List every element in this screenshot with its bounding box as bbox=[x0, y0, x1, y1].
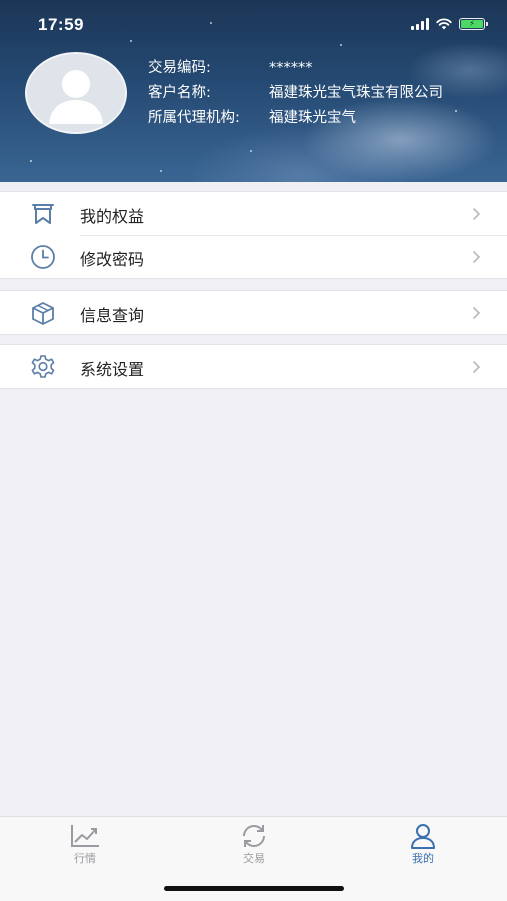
box-icon bbox=[29, 300, 57, 326]
menu-item-label: 修改密码 bbox=[80, 250, 145, 269]
home-indicator bbox=[164, 886, 344, 891]
chevron-right-icon bbox=[472, 305, 481, 320]
menu-group-info: 信息查询 bbox=[0, 290, 507, 335]
menu-item-system-settings[interactable]: 系统设置 bbox=[0, 345, 507, 388]
trade-code-label: 交易编码: bbox=[148, 60, 211, 76]
tab-label: 行情 bbox=[74, 852, 96, 865]
tab-trade[interactable]: 交易 bbox=[219, 823, 289, 869]
tab-mine[interactable]: 我的 bbox=[388, 823, 458, 869]
chevron-right-icon bbox=[472, 359, 481, 374]
status-bar: 17:59 ⚡ bbox=[0, 0, 507, 48]
battery-icon: ⚡ bbox=[459, 18, 488, 30]
menu-item-my-rights[interactable]: 我的权益 bbox=[0, 192, 507, 235]
menu-item-label: 信息查询 bbox=[80, 306, 145, 325]
agency-value: 福建珠光宝气 bbox=[269, 110, 356, 126]
cellular-signal-icon bbox=[411, 18, 429, 30]
bookmark-icon bbox=[29, 201, 57, 227]
menu-item-label: 我的权益 bbox=[80, 207, 145, 226]
wifi-icon bbox=[436, 15, 452, 34]
tab-label: 交易 bbox=[243, 852, 265, 865]
clock-icon bbox=[29, 244, 57, 270]
tab-market[interactable]: 行情 bbox=[50, 823, 120, 869]
chart-icon bbox=[50, 823, 120, 849]
avatar[interactable] bbox=[25, 52, 127, 134]
user-icon bbox=[388, 823, 458, 849]
menu-item-label: 系统设置 bbox=[80, 360, 145, 379]
customer-name-value: 福建珠光宝气珠宝有限公司 bbox=[269, 85, 443, 101]
trade-code-value: ****** bbox=[269, 60, 313, 76]
menu-item-change-password[interactable]: 修改密码 bbox=[0, 235, 507, 278]
chevron-right-icon bbox=[472, 249, 481, 264]
tab-label: 我的 bbox=[412, 852, 434, 865]
menu-item-info-query[interactable]: 信息查询 bbox=[0, 291, 507, 334]
menu-group-account: 我的权益 修改密码 bbox=[0, 191, 507, 279]
status-time: 17:59 bbox=[38, 15, 84, 34]
menu-group-settings: 系统设置 bbox=[0, 344, 507, 389]
agency-label: 所属代理机构: bbox=[148, 110, 240, 126]
refresh-icon bbox=[219, 823, 289, 849]
chevron-right-icon bbox=[472, 206, 481, 221]
profile-header: 17:59 ⚡ 交易编码: ****** 客户名称: 福建珠光宝气珠宝有限公司 … bbox=[0, 0, 507, 182]
customer-name-label: 客户名称: bbox=[148, 85, 211, 101]
gear-icon bbox=[29, 354, 57, 380]
